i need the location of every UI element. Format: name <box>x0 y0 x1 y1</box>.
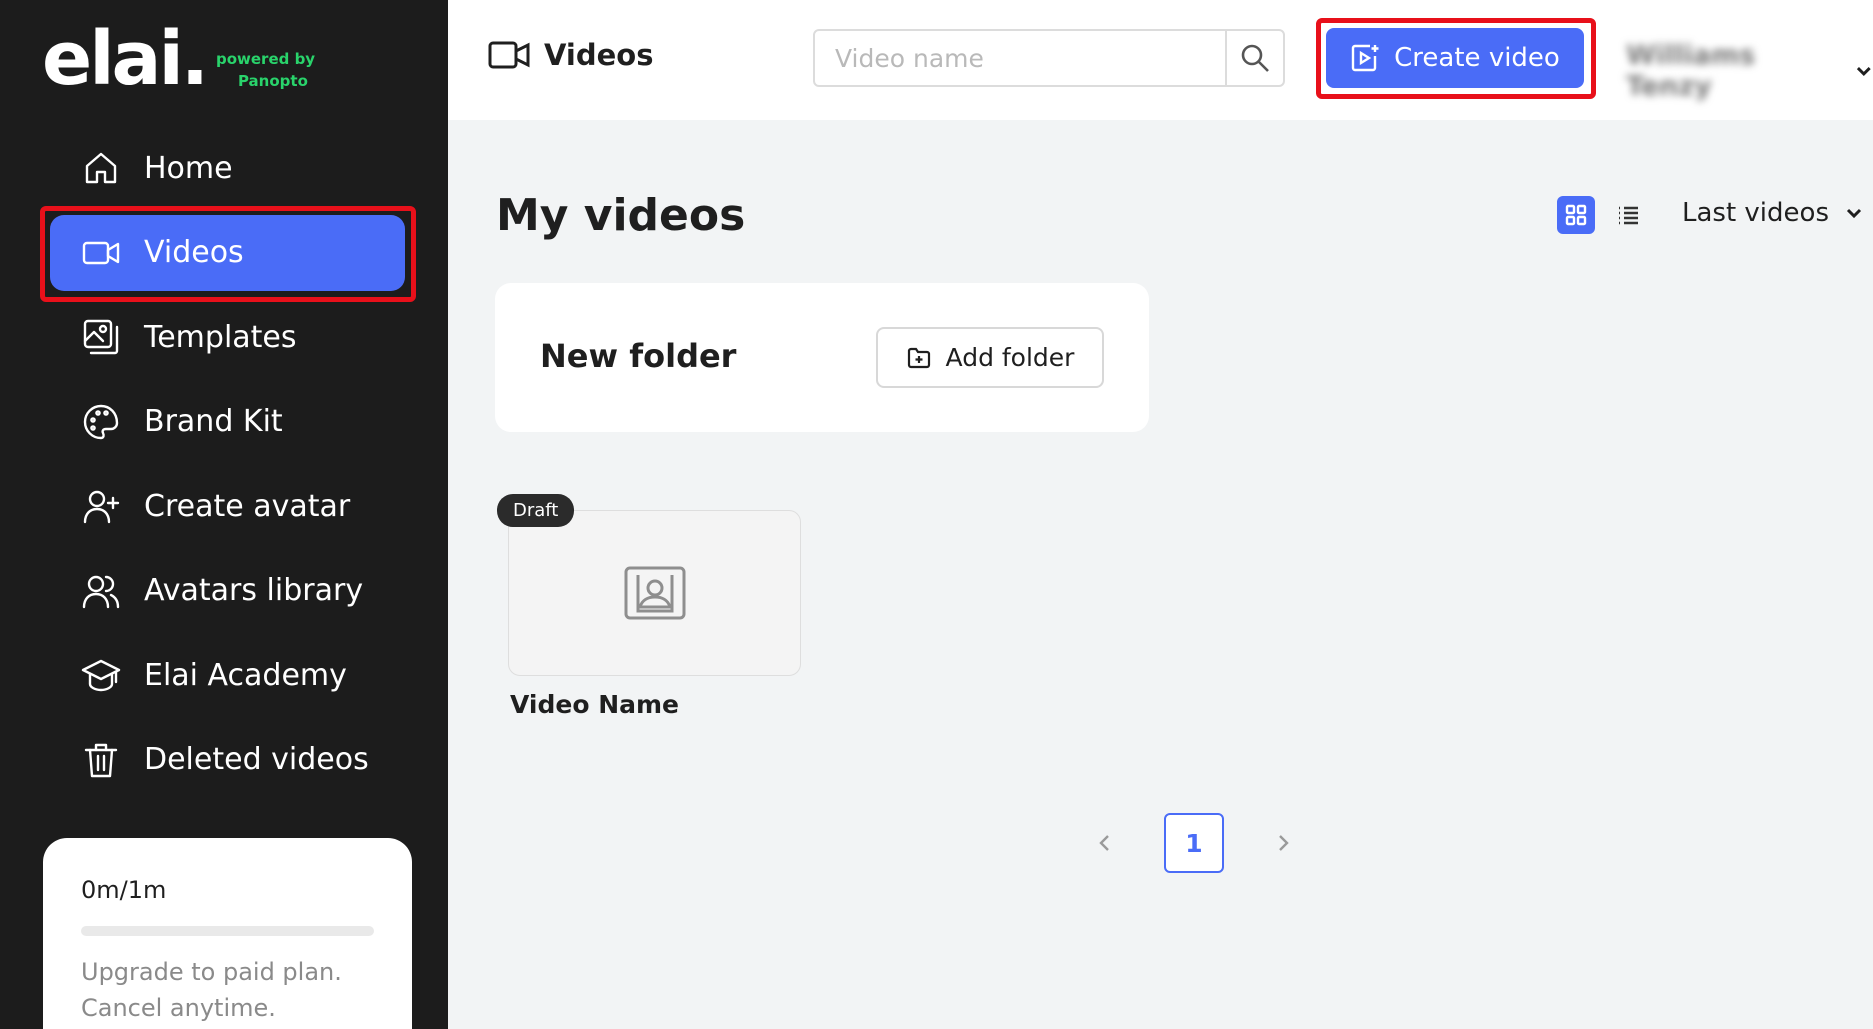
sort-dropdown[interactable]: Last videos <box>1682 198 1863 228</box>
add-folder-button[interactable]: Add folder <box>876 327 1104 388</box>
page-header: Videos <box>488 38 654 72</box>
video-search <box>813 29 1285 87</box>
page-title: My videos <box>496 190 746 241</box>
grid-icon <box>1565 204 1587 226</box>
folder-card: New folder Add folder <box>495 283 1149 432</box>
page-header-title: Videos <box>544 38 654 72</box>
list-view-button[interactable] <box>1609 196 1647 234</box>
previous-page-button[interactable] <box>1090 828 1120 858</box>
chevron-down-icon <box>1846 208 1862 219</box>
folder-title: New folder <box>540 337 737 375</box>
plan-usage-bar <box>81 926 374 936</box>
video-placeholder-icon <box>624 566 685 620</box>
plan-upgrade-line1: Upgrade to paid plan. <box>81 958 342 986</box>
create-video-label: Create video <box>1394 43 1560 73</box>
plan-usage: 0m/1m <box>81 876 167 904</box>
logo-powered-by: powered by Panopto <box>216 48 315 92</box>
elai-logo[interactable]: elai. powered by Panopto <box>42 16 315 102</box>
grid-view-button[interactable] <box>1557 196 1595 234</box>
top-bar: Videos Create video Williams Tenzy <box>448 0 1873 120</box>
sidebar: elai. powered by Panopto Home Videos Tem… <box>0 0 448 1029</box>
search-icon <box>1241 44 1269 72</box>
status-badge: Draft <box>497 494 575 527</box>
sidebar-item-label: Templates <box>144 319 297 355</box>
powered-by-text: powered by <box>215 50 316 68</box>
sidebar-item-templates[interactable]: Templates <box>50 299 405 375</box>
video-thumbnail[interactable] <box>508 510 801 676</box>
palette-icon <box>80 401 122 443</box>
partner-name: Panopto <box>237 72 308 90</box>
view-toggle <box>1557 196 1661 234</box>
user-menu[interactable]: Williams Tenzy <box>1626 40 1873 102</box>
sidebar-item-elai-academy[interactable]: Elai Academy <box>50 637 405 713</box>
sidebar-nav: Home Videos Templates Brand Kit Create a… <box>50 130 405 806</box>
list-icon <box>1619 206 1638 225</box>
sidebar-item-label: Create avatar <box>144 488 351 524</box>
trash-icon <box>80 739 122 781</box>
logo-wordmark: elai. <box>42 16 209 102</box>
add-video-icon <box>1351 44 1379 72</box>
sidebar-item-videos[interactable]: Videos <box>50 214 405 291</box>
home-icon <box>80 147 122 189</box>
plan-upgrade-line2: Cancel anytime. <box>81 994 276 1022</box>
sidebar-item-home[interactable]: Home <box>50 130 405 206</box>
sidebar-item-label: Avatars library <box>144 573 364 608</box>
chevron-right-icon <box>1279 835 1289 851</box>
video-name[interactable]: Video Name <box>510 690 679 719</box>
add-folder-label: Add folder <box>945 343 1075 372</box>
page-number-current[interactable]: 1 <box>1164 813 1224 873</box>
sidebar-item-label: Deleted videos <box>144 742 369 777</box>
create-video-button[interactable]: Create video <box>1326 28 1584 88</box>
video-camera-icon <box>488 41 530 69</box>
sidebar-item-brand-kit[interactable]: Brand Kit <box>50 384 405 460</box>
sidebar-item-avatars-library[interactable]: Avatars library <box>50 553 405 629</box>
sidebar-item-create-avatar[interactable]: Create avatar <box>50 468 405 544</box>
plan-upgrade-text[interactable]: Upgrade to paid plan. Cancel anytime. <box>81 954 374 1026</box>
graduation-cap-icon <box>80 654 122 696</box>
chevron-down-icon <box>1857 67 1872 77</box>
sidebar-item-label: Videos <box>144 235 244 270</box>
sidebar-item-deleted-videos[interactable]: Deleted videos <box>50 722 405 798</box>
chevron-left-icon <box>1099 835 1109 851</box>
add-folder-icon <box>907 347 930 368</box>
plan-card: 0m/1m Upgrade to paid plan. Cancel anyti… <box>43 838 412 1029</box>
video-camera-icon <box>80 232 122 274</box>
sidebar-item-label: Home <box>144 150 233 186</box>
users-icon <box>80 570 122 612</box>
sidebar-item-label: Brand Kit <box>144 404 283 439</box>
sort-label: Last videos <box>1682 198 1829 228</box>
next-page-button[interactable] <box>1268 828 1298 858</box>
pagination: 1 <box>1090 813 1298 873</box>
search-input[interactable] <box>815 31 1225 85</box>
add-user-icon <box>80 485 122 527</box>
user-name: Williams Tenzy <box>1626 40 1756 102</box>
search-button[interactable] <box>1225 31 1283 85</box>
templates-icon <box>80 316 122 358</box>
sidebar-item-label: Elai Academy <box>144 657 347 693</box>
